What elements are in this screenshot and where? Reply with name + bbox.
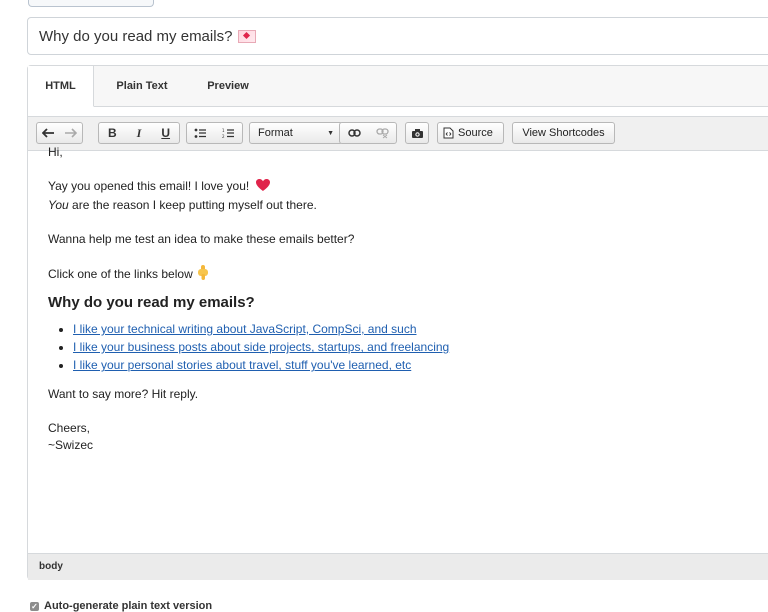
tab-html[interactable]: HTML: [28, 66, 94, 107]
text-style-group: B I U: [98, 122, 180, 144]
pointing-down-icon: [197, 265, 209, 286]
click-line-text: Click one of the links below: [48, 267, 193, 281]
camera-icon[interactable]: [405, 122, 429, 144]
editor-panel: HTML Plain Text Preview B I U 12 Format …: [27, 65, 768, 580]
list-item: I like your technical writing about Java…: [73, 321, 766, 338]
link-group: [339, 122, 397, 144]
reply-line: Want to say more? Hit reply.: [48, 387, 199, 402]
list-item: I like your personal stories about trave…: [73, 357, 766, 374]
link-personal-stories[interactable]: I like your personal stories about trave…: [73, 358, 411, 372]
history-group: [36, 122, 83, 144]
unlink-icon[interactable]: [368, 123, 396, 143]
underline-button[interactable]: U: [152, 123, 179, 143]
format-select-label: Format: [258, 127, 293, 139]
heart-icon: [255, 178, 271, 197]
click-line: Click one of the links below: [48, 265, 766, 286]
tab-plain-text[interactable]: Plain Text: [106, 66, 178, 107]
auto-generate-option[interactable]: ✓ Auto-generate plain text version: [30, 600, 212, 612]
view-shortcodes-button[interactable]: View Shortcodes: [512, 122, 615, 144]
tab-preview[interactable]: Preview: [196, 66, 260, 107]
reason-line: You are the reason I keep putting myself…: [48, 197, 766, 214]
greeting: Hi,: [48, 145, 63, 159]
italic-button[interactable]: I: [126, 123, 153, 143]
reason-text: are the reason I keep putting myself out…: [68, 198, 317, 212]
source-doc-icon: [443, 127, 454, 139]
link-list: I like your technical writing about Java…: [48, 321, 766, 374]
editor-content[interactable]: Hi, Yay you opened this email! I love yo…: [28, 145, 768, 553]
chevron-down-icon: ▼: [327, 129, 334, 137]
link-technical-writing[interactable]: I like your technical writing about Java…: [73, 322, 417, 336]
view-shortcodes-label: View Shortcodes: [522, 127, 605, 139]
bold-button[interactable]: B: [99, 123, 126, 143]
tab-bar: HTML Plain Text Preview: [28, 66, 768, 107]
svg-text:1: 1: [222, 128, 225, 133]
idea-line: Wanna help me test an idea to make these…: [48, 232, 355, 246]
love-line-text: Yay you opened this email! I love you!: [48, 179, 250, 193]
reason-italic: You: [48, 198, 69, 212]
signature: ~Swizec: [48, 438, 94, 453]
link-icon[interactable]: [340, 123, 368, 143]
subject-text: Why do you read my emails?: [39, 27, 233, 45]
format-select[interactable]: Format ▼: [249, 122, 343, 144]
love-line: Yay you opened this email! I love you!: [48, 178, 766, 197]
list-group: 12: [186, 122, 243, 144]
source-button[interactable]: Source: [437, 122, 504, 144]
redo-icon[interactable]: [60, 123, 83, 143]
link-business-posts[interactable]: I like your business posts about side pr…: [73, 340, 449, 354]
email-heading: Why do you read my emails?: [48, 294, 255, 311]
subject-input[interactable]: Why do you read my emails?: [27, 17, 768, 55]
undo-icon[interactable]: [37, 123, 60, 143]
numbered-list-icon[interactable]: 12: [215, 123, 243, 143]
love-letter-icon: [238, 29, 257, 43]
auto-generate-label: Auto-generate plain text version: [44, 600, 213, 612]
element-path: body: [28, 553, 768, 580]
bullet-list-icon[interactable]: [187, 123, 215, 143]
source-button-label: Source: [458, 127, 493, 139]
list-item: I like your business posts about side pr…: [73, 339, 766, 356]
top-button-partial[interactable]: [28, 0, 154, 7]
svg-text:2: 2: [222, 134, 225, 139]
auto-generate-checkbox[interactable]: ✓: [30, 601, 39, 611]
signoff: Cheers,: [48, 421, 91, 436]
